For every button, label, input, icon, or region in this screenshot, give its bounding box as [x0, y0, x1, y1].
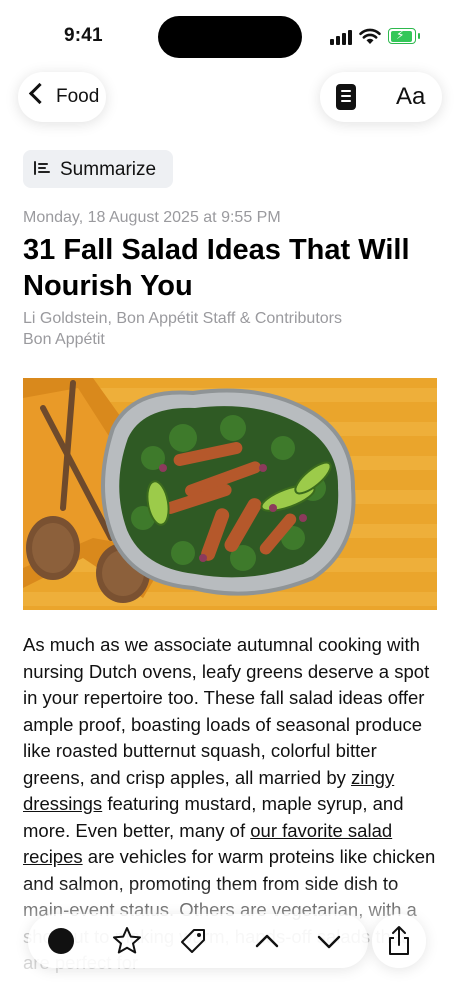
summarize-label: Summarize	[60, 159, 157, 180]
next-button[interactable]	[302, 914, 356, 968]
article-authors: Li Goldstein, Bon Appétit Staff & Contri…	[23, 310, 342, 327]
body-text-1: As much as we associate autumnal cooking…	[23, 634, 430, 788]
share-button[interactable]	[372, 914, 426, 968]
circle-button[interactable]	[34, 914, 88, 968]
battery-icon: ⚡	[388, 28, 420, 44]
dynamic-island	[158, 16, 302, 58]
hero-image	[23, 378, 437, 610]
text-size-button[interactable]: Aa	[396, 83, 425, 111]
article-title: 31 Fall Salad Ideas That Will Nourish Yo…	[23, 234, 410, 302]
cellular-signal-icon	[330, 29, 354, 45]
summarize-button[interactable]: Summarize	[23, 150, 173, 188]
article-date: Monday, 18 August 2025 at 9:55 PM	[23, 209, 281, 226]
favorite-button[interactable]	[100, 914, 154, 968]
summarize-icon	[34, 161, 50, 175]
status-time: 9:41	[64, 25, 103, 46]
chevron-left-icon	[28, 82, 51, 105]
wifi-icon	[359, 28, 381, 44]
previous-button[interactable]	[240, 914, 294, 968]
tag-icon	[181, 929, 205, 953]
reader-controls: Aa	[320, 72, 442, 122]
circle-icon	[48, 928, 74, 954]
reader-mode-icon[interactable]	[336, 84, 356, 110]
article-byline: Li Goldstein, Bon Appétit Staff & Contri…	[23, 308, 342, 350]
tag-button[interactable]	[166, 914, 220, 968]
status-bar: 9:41 ⚡	[0, 0, 460, 72]
bottom-toolbar	[28, 914, 368, 968]
star-icon	[113, 927, 141, 954]
chevron-up-icon	[255, 934, 279, 948]
share-icon	[389, 926, 409, 955]
chevron-down-icon	[317, 935, 341, 949]
back-label: Food	[56, 86, 100, 107]
back-button[interactable]: Food	[18, 72, 106, 122]
article-publication: Bon Appétit	[23, 331, 105, 348]
